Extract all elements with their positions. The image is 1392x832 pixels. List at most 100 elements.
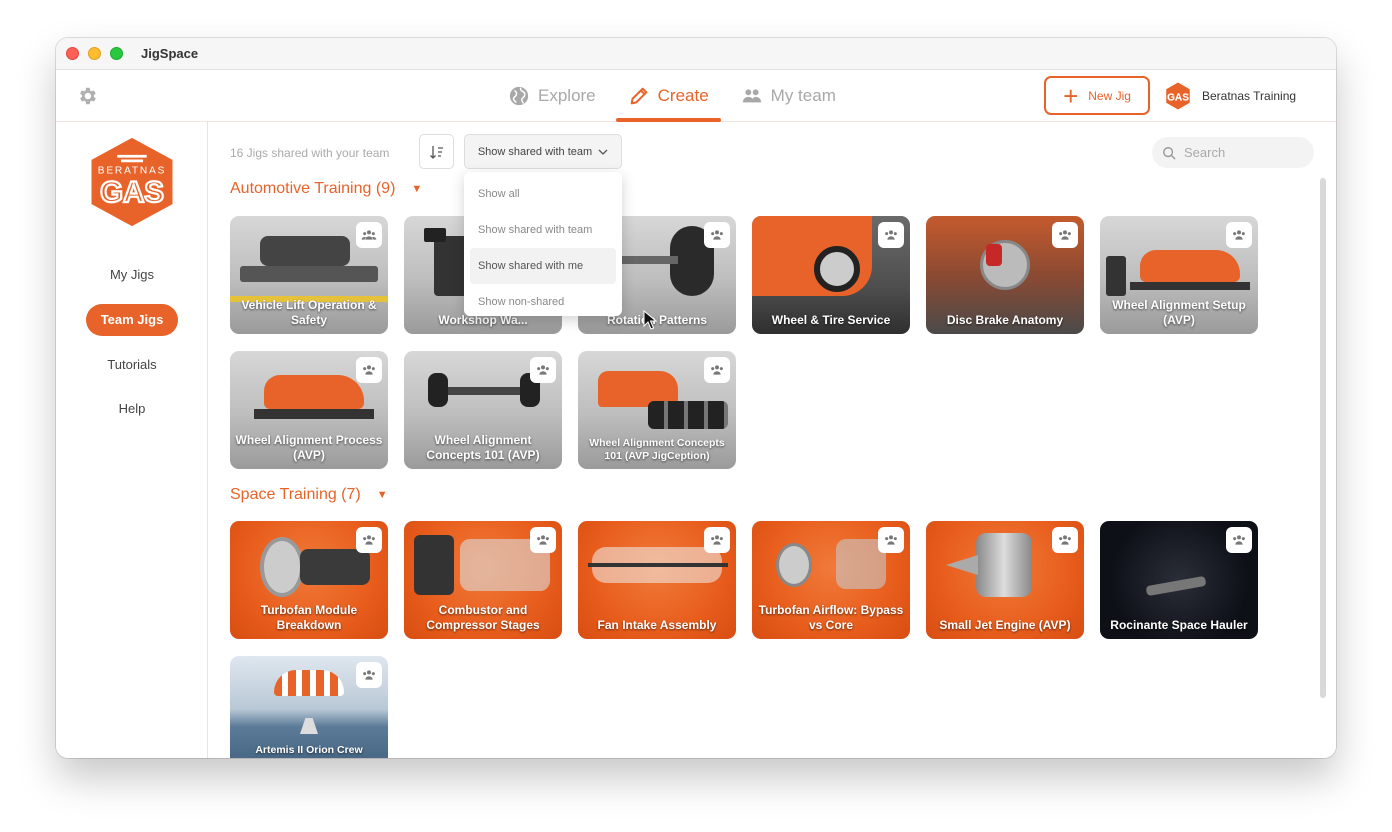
sort-icon (429, 145, 443, 159)
jig-card-label: Wheel Alignment Concepts 101 (AVP JigCep… (589, 437, 725, 462)
jig-card[interactable]: Wheel Alignment Concepts 101 (AVP JigCep… (578, 351, 736, 469)
tires-image (648, 401, 728, 429)
minimize-window-button[interactable] (88, 47, 101, 60)
pencil-icon (630, 87, 647, 105)
team-share-icon (356, 357, 382, 383)
filter-dropdown-menu: Show all Show shared with team Show shar… (464, 172, 622, 316)
logo-top-text: BERATNAS (98, 166, 166, 177)
jig-card-label: Small Jet Engine (AVP) (939, 618, 1071, 632)
account-name: Beratnas Training (1202, 89, 1297, 103)
team-share-icon (1226, 222, 1252, 248)
jig-card-label: Fan Intake Assembly (597, 618, 717, 632)
jig-card[interactable]: Rocinante Space Hauler (1100, 521, 1258, 639)
jig-card[interactable]: Vehicle Lift Operation & Safety (230, 216, 388, 334)
team-share-icon (530, 357, 556, 383)
sidebar: BERATNAS GAS My Jigs Team Jigs Tutorials… (56, 122, 208, 758)
gear-icon[interactable] (76, 85, 98, 107)
sidebar-item-tutorials[interactable]: Tutorials (86, 349, 178, 381)
tab-my-team[interactable]: My team (729, 70, 848, 122)
team-icon (742, 89, 761, 103)
chassis-image (444, 387, 524, 395)
lift-image (240, 266, 378, 282)
shaft-image (588, 563, 728, 567)
jig-card[interactable]: Wheel Alignment Concepts 101 (AVP) (404, 351, 562, 469)
close-window-button[interactable] (66, 47, 79, 60)
wheel-image (814, 246, 860, 292)
team-share-icon (530, 527, 556, 553)
sidebar-item-help[interactable]: Help (86, 393, 178, 425)
svg-text:GAS: GAS (1167, 92, 1189, 103)
filter-option-shared-with-team[interactable]: Show shared with team (470, 212, 616, 248)
triangle-down-icon: ▼ (376, 489, 388, 501)
jet-engine-image (976, 533, 1032, 597)
jig-card[interactable]: Turbofan Airflow: Bypass vs Core (752, 521, 910, 639)
team-share-icon (356, 222, 382, 248)
sort-button[interactable] (419, 134, 454, 169)
account-menu[interactable]: GAS Beratnas Training (1164, 82, 1296, 110)
chevron-down-icon (598, 149, 608, 155)
jig-card-label: Disc Brake Anatomy (946, 313, 1064, 327)
tab-my-team-label: My team (770, 86, 836, 105)
jig-card[interactable]: Artemis II Orion Crew (230, 656, 388, 758)
jig-card[interactable]: Wheel Alignment Setup (AVP) (1100, 216, 1258, 334)
jig-card[interactable]: Combustor and Compressor Stages (404, 521, 562, 639)
zoom-window-button[interactable] (110, 47, 123, 60)
filter-option-shared-with-me[interactable]: Show shared with me (470, 248, 616, 284)
new-jig-label: New Jig (1088, 88, 1131, 103)
car-image (1140, 250, 1240, 282)
machine-image (1106, 256, 1126, 296)
window-title: JigSpace (141, 46, 199, 61)
search-icon (1163, 146, 1176, 160)
caliper-image (986, 244, 1002, 266)
jig-card-label: Wheel Alignment Setup (AVP) (1112, 298, 1246, 327)
nozzle-image (946, 555, 978, 575)
team-logo-icon: GAS (1166, 82, 1190, 110)
sidebar-item-my-jigs[interactable]: My Jigs (86, 259, 178, 291)
jig-card[interactable]: Turbofan Module Breakdown (230, 521, 388, 639)
jig-card-label: Rocinante Space Hauler (1110, 618, 1248, 632)
team-share-icon (878, 222, 904, 248)
team-share-icon (878, 527, 904, 553)
search-input[interactable] (1184, 145, 1294, 160)
filter-option-non-shared[interactable]: Show non-shared (470, 284, 616, 320)
filter-option-show-all[interactable]: Show all (470, 176, 616, 212)
jig-card-label: Artemis II Orion Crew (255, 744, 363, 756)
jig-card[interactable]: Wheel Alignment Process (AVP) (230, 351, 388, 469)
search-box[interactable] (1152, 137, 1314, 168)
scrollbar[interactable] (1320, 178, 1326, 698)
team-share-icon (356, 527, 382, 553)
jig-card-label: Wheel Alignment Process (AVP) (235, 433, 383, 462)
filter-select[interactable]: Show shared with team (464, 134, 622, 169)
jig-card[interactable]: Fan Intake Assembly (578, 521, 736, 639)
section-automotive-toggle[interactable]: Automotive Training (9) ▼ (230, 180, 422, 198)
sidebar-item-team-jigs[interactable]: Team Jigs (86, 304, 178, 336)
jig-card[interactable]: Small Jet Engine (AVP) (926, 521, 1084, 639)
tab-explore[interactable]: Explore (496, 70, 608, 122)
team-share-icon (1052, 527, 1078, 553)
car-image (264, 375, 364, 409)
wheel-image (428, 373, 448, 407)
app-window: JigSpace Explore Create My team + New Ji… (56, 38, 1336, 758)
lift-image (1130, 282, 1250, 290)
team-share-icon (356, 662, 382, 688)
new-jig-button[interactable]: + New Jig (1044, 76, 1150, 115)
team-share-icon (704, 527, 730, 553)
jig-card-label: Turbofan Module Breakdown (260, 603, 358, 632)
chassis-image (260, 236, 350, 266)
team-share-icon (1052, 222, 1078, 248)
jig-card[interactable]: Wheel & Tire Service (752, 216, 910, 334)
engine-core-image (300, 549, 370, 585)
team-logo: BERATNAS GAS (91, 137, 173, 227)
section-space-toggle[interactable]: Space Training (7) ▼ (230, 486, 388, 504)
spaceship-image (1145, 575, 1207, 597)
team-share-icon (1226, 527, 1252, 553)
tab-explore-label: Explore (538, 86, 596, 105)
tab-create-label: Create (657, 86, 709, 105)
title-bar: JigSpace (56, 38, 1336, 70)
section-space-title: Space Training (7) (230, 486, 361, 503)
jig-card[interactable]: Disc Brake Anatomy (926, 216, 1084, 334)
main-content: 16 Jigs shared with your team Show share… (209, 122, 1336, 758)
tab-create[interactable]: Create (615, 70, 721, 122)
jig-card-label: Wheel Alignment Concepts 101 (AVP) (426, 433, 540, 462)
turbofan-image (776, 543, 812, 587)
